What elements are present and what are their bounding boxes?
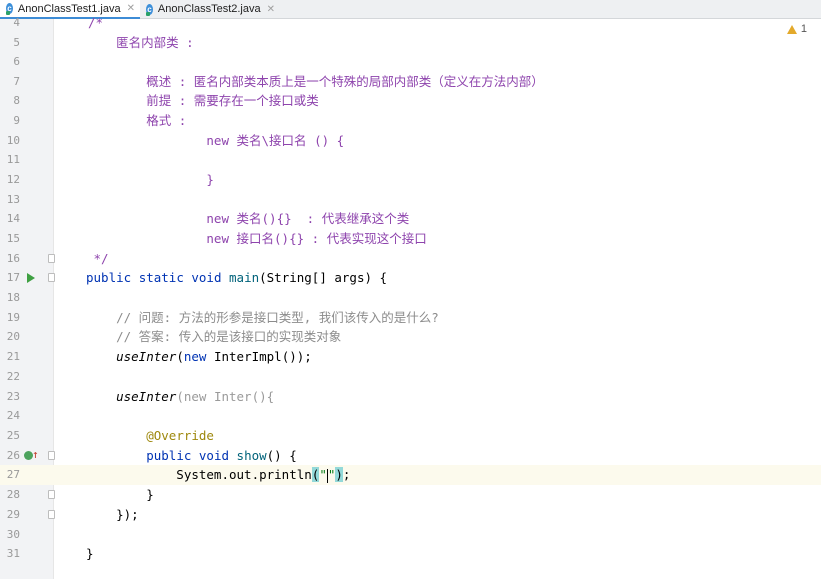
code-line: 7 概述 : 匿名内部类本质上是一个特殊的局部内部类（定义在方法内部） (0, 72, 821, 92)
line-number: 24 (6, 409, 20, 422)
code-line-current: 27 System.out.println(""); (0, 465, 821, 485)
line-number: 30 (6, 528, 20, 541)
line-number: 25 (6, 429, 20, 442)
line-number: 19 (6, 311, 20, 324)
line-number: 9 (13, 114, 20, 127)
code-text: } (86, 172, 214, 187)
line-number: 18 (6, 291, 20, 304)
code-text: /* (88, 15, 104, 30)
code-text: 匿名内部类 : (86, 35, 194, 50)
code-line: 8 前提 : 需要存在一个接口或类 (0, 91, 821, 111)
code-line: 31 } (0, 544, 821, 564)
code-text: // 答案: 传入的是该接口的实现类对象 (86, 329, 342, 344)
line-number: 12 (6, 173, 20, 186)
code-text: @Override (146, 428, 214, 443)
line-number: 17 (6, 271, 20, 284)
code-line: 23 useInter(new Inter(){ (0, 387, 821, 407)
line-number: 26 (6, 449, 20, 462)
code-line: 28 } (0, 485, 821, 505)
line-number: 20 (6, 330, 20, 343)
code-line: 21 useInter(new InterImpl()); (0, 347, 821, 367)
line-number: 5 (13, 36, 20, 49)
code-text: 概述 : 匿名内部类本质上是一个特殊的局部内部类（定义在方法内部） (86, 74, 544, 89)
fold-marker[interactable] (48, 490, 55, 499)
code-line: 14 new 类名(){} : 代表继承这个类 (0, 209, 821, 229)
code-line: 4 /* (0, 13, 821, 33)
override-arrow-icon: ↑ (32, 448, 39, 461)
code-line: 15 new 接口名(){} : 代表实现这个接口 (0, 229, 821, 249)
code-text: } (86, 487, 154, 502)
code-text: }); (86, 507, 139, 522)
line-number: 10 (6, 134, 20, 147)
code-line: 26 ↑ public void show() { (0, 446, 821, 466)
code-line: 16 */ (0, 249, 821, 269)
code-line: 11 (0, 150, 821, 170)
code-line: 10 new 类名\接口名 () { (0, 131, 821, 151)
code-text: */ (86, 251, 109, 266)
line-number: 13 (6, 193, 20, 206)
code-line: 9 格式 : (0, 111, 821, 131)
line-number: 23 (6, 390, 20, 403)
code-line: 18 (0, 288, 821, 308)
code-text: 格式 : (86, 113, 187, 128)
code-text: // 问题: 方法的形参是接口类型, 我们该传入的是什么? (86, 310, 439, 325)
line-number: 11 (6, 153, 20, 166)
fold-marker[interactable] (48, 451, 55, 460)
line-number: 8 (13, 94, 20, 107)
code-text: new 接口名(){} : 代表实现这个接口 (86, 231, 427, 246)
code-line: 6 (0, 52, 821, 72)
line-number: 21 (6, 350, 20, 363)
code-text: new 类名(){} : 代表继承这个类 (86, 211, 410, 226)
code-line: 20 // 答案: 传入的是该接口的实现类对象 (0, 327, 821, 347)
fold-marker[interactable] (48, 510, 55, 519)
line-number: 16 (6, 252, 20, 265)
run-icon[interactable] (27, 273, 35, 283)
line-number: 27 (6, 468, 20, 481)
code-line: 25 @Override (0, 426, 821, 446)
fold-marker[interactable] (48, 273, 55, 282)
code-line: 5 匿名内部类 : (0, 33, 821, 53)
code-text: System.out.println(""); (86, 467, 351, 483)
code-text: useInter(new Inter(){ (116, 389, 275, 404)
code-line: 13 (0, 190, 821, 210)
line-number: 22 (6, 370, 20, 383)
fold-marker[interactable] (48, 254, 55, 263)
code-line: 19 // 问题: 方法的形参是接口类型, 我们该传入的是什么? (0, 308, 821, 328)
code-line: 12 } (0, 170, 821, 190)
line-number: 31 (6, 547, 20, 560)
code-text: useInter(new InterImpl()); (116, 349, 312, 364)
code-line: 22 (0, 367, 821, 387)
line-number: 29 (6, 508, 20, 521)
code-text: 前提 : 需要存在一个接口或类 (86, 93, 319, 108)
code-text: public static void main(String[] args) { (86, 270, 388, 285)
code-line: 30 (0, 525, 821, 545)
code-line: 24 (0, 406, 821, 426)
line-number: 4 (13, 16, 20, 29)
line-number: 28 (6, 488, 20, 501)
line-number: 14 (6, 212, 20, 225)
line-number: 7 (13, 75, 20, 88)
code-line: 29 }); (0, 505, 821, 525)
code-line: 17 public static void main(String[] args… (0, 268, 821, 288)
line-number: 15 (6, 232, 20, 245)
line-number: 6 (13, 55, 20, 68)
code-text: } (86, 546, 94, 561)
code-text: public void show() { (146, 448, 297, 463)
code-text: new 类名\接口名 () { (86, 133, 345, 148)
